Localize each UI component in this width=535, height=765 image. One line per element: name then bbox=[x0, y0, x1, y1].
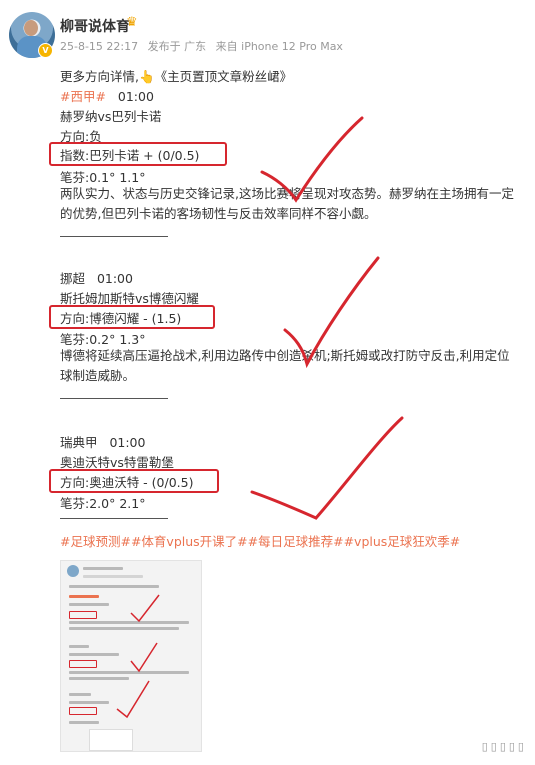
hashtags[interactable]: #足球预测##体育vplus开课了##每日足球推荐##vplus足球狂欢季# bbox=[60, 531, 460, 550]
thumb-checkmarks bbox=[116, 594, 160, 719]
checkmark-1 bbox=[260, 116, 364, 203]
checkmark-3 bbox=[250, 416, 404, 520]
watermark-dots: ▯▯▯▯▯ bbox=[481, 740, 527, 753]
attached-image-thumbnail[interactable] bbox=[60, 560, 202, 752]
checkmark-2 bbox=[283, 256, 380, 369]
